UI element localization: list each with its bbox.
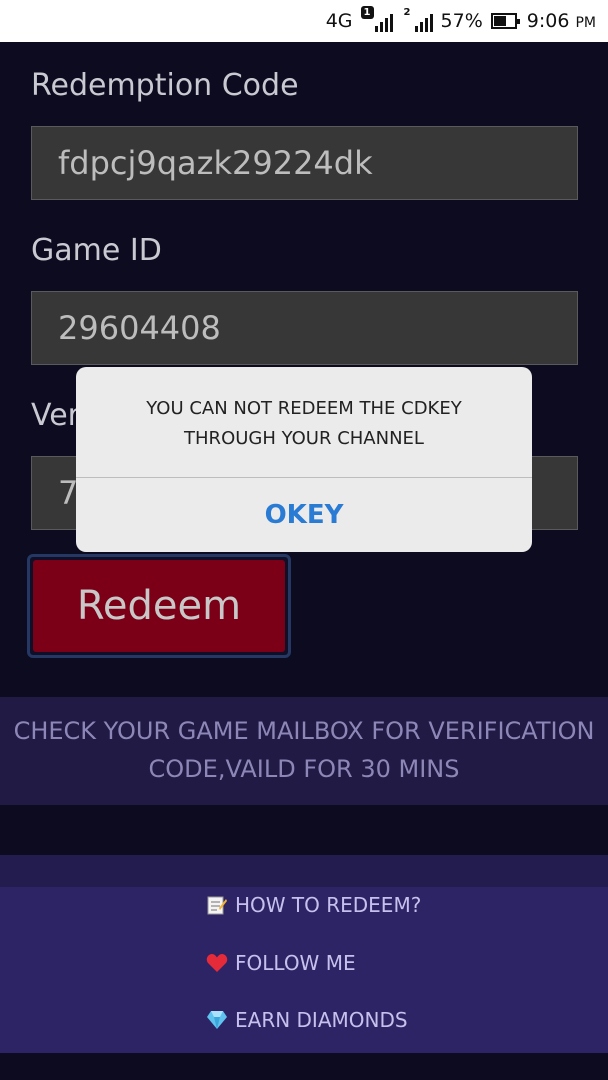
sim2-signal: 2 <box>401 7 433 32</box>
game-id-input[interactable]: 29604408 <box>31 291 578 365</box>
diamond-icon <box>205 1008 229 1032</box>
clock-time: 9:06 <box>526 10 570 32</box>
verification-code-label: Ver <box>31 398 80 433</box>
mailbox-notice: CHECK YOUR GAME MAILBOX FOR VERIFICATION… <box>0 697 608 805</box>
how-to-redeem-label: HOW TO REDEEM? <box>235 893 422 917</box>
memo-icon <box>205 893 229 917</box>
clock: 9:06 PM <box>527 10 596 32</box>
redeem-button[interactable]: Redeem <box>27 554 291 658</box>
redeem-button-label: Redeem <box>33 560 285 652</box>
okey-button[interactable]: OKEY <box>76 478 532 552</box>
signal-bars-icon <box>374 14 393 32</box>
earn-diamonds-link[interactable]: EARN DIAMONDS <box>205 1002 408 1038</box>
sim2-badge: 2 <box>403 7 411 18</box>
how-to-redeem-link[interactable]: HOW TO REDEEM? <box>205 887 421 923</box>
status-bar: 4G 1 2 57% 9:06 PM <box>0 0 608 42</box>
earn-diamonds-label: EARN DIAMONDS <box>235 1008 408 1032</box>
dialog-message-line-1: YOU CAN NOT REDEEM THE CDKEY <box>146 398 462 419</box>
game-id-label: Game ID <box>31 233 162 268</box>
follow-me-link[interactable]: FOLLOW ME <box>205 945 356 981</box>
dialog-message: YOU CAN NOT REDEEM THE CDKEY THROUGH YOU… <box>76 367 532 477</box>
follow-me-label: FOLLOW ME <box>235 951 356 975</box>
signal-bars-icon <box>414 14 433 32</box>
redemption-code-input[interactable]: fdpcj9qazk29224dk <box>31 126 578 200</box>
redemption-code-label: Redemption Code <box>31 68 299 103</box>
links-panel: HOW TO REDEEM? FOLLOW ME EARN DIAMONDS <box>0 887 608 1053</box>
heart-icon <box>205 951 229 975</box>
notice-line-2: CODE,VAILD FOR 30 MINS <box>148 755 460 783</box>
notice-line-1: CHECK YOUR GAME MAILBOX FOR VERIFICATION <box>13 717 595 745</box>
redeem-page: Redemption Code fdpcj9qazk29224dk Game I… <box>0 42 608 1080</box>
dialog-message-line-2: THROUGH YOUR CHANNEL <box>184 428 424 449</box>
links-header-band <box>0 855 608 887</box>
battery-percent: 57% <box>440 10 483 32</box>
network-type: 4G <box>325 10 353 32</box>
battery-icon <box>490 13 520 29</box>
sim1-signal: 1 <box>360 6 393 32</box>
sim1-badge: 1 <box>360 6 374 19</box>
clock-ampm: PM <box>575 15 596 31</box>
error-dialog: YOU CAN NOT REDEEM THE CDKEY THROUGH YOU… <box>76 367 532 552</box>
